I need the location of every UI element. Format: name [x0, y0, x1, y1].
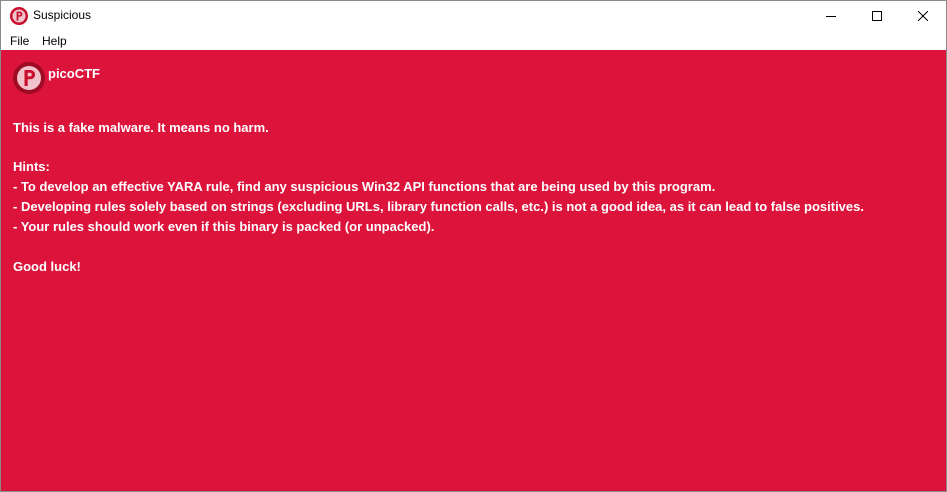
picoctf-logo-icon	[10, 7, 28, 25]
closing-text: Good luck!	[13, 259, 81, 274]
menu-bar: File Help	[1, 31, 946, 50]
minimize-icon	[826, 16, 836, 17]
picoctf-logo-icon	[13, 62, 45, 94]
close-icon	[918, 11, 928, 21]
maximize-icon	[872, 11, 882, 21]
minimize-button[interactable]	[808, 1, 854, 31]
hints-heading: Hints:	[13, 159, 50, 174]
menu-help[interactable]: Help	[42, 34, 67, 48]
hint-item: - To develop an effective YARA rule, fin…	[13, 179, 716, 194]
logo-text: picoCTF	[48, 66, 100, 81]
main-content: picoCTF This is a fake malware. It means…	[1, 50, 946, 491]
app-window: Suspicious File Help picoCTF This is a f…	[0, 0, 947, 492]
message-text: This is a fake malware. It means no harm…	[13, 120, 269, 135]
close-button[interactable]	[900, 1, 946, 31]
title-bar[interactable]: Suspicious	[1, 1, 946, 31]
maximize-button[interactable]	[854, 1, 900, 31]
hint-item: - Your rules should work even if this bi…	[13, 219, 435, 234]
menu-file[interactable]: File	[10, 34, 29, 48]
hint-item: - Developing rules solely based on strin…	[13, 199, 864, 214]
window-title: Suspicious	[33, 8, 92, 22]
